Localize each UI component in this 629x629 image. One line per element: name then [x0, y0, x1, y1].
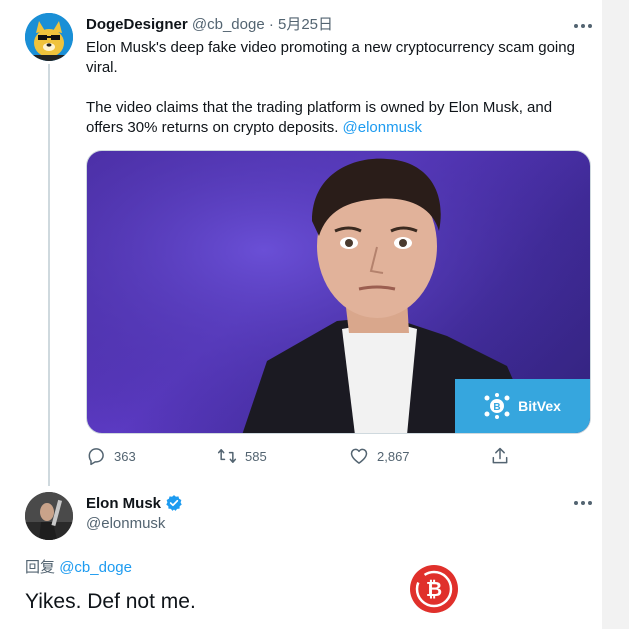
retweet-icon	[217, 449, 237, 463]
retweet-button[interactable]: 585	[217, 446, 267, 466]
reply-prefix: 回复	[25, 559, 56, 576]
reply-icon	[88, 448, 104, 466]
replying-to: 回复 @cb_doge	[25, 556, 132, 577]
tweet-text-line2: The video claims that the trading platfo…	[86, 99, 553, 136]
svg-text:₿: ₿	[426, 579, 442, 601]
share-button[interactable]	[490, 446, 510, 466]
reply-to-mention[interactable]: @cb_doge	[59, 559, 132, 576]
tweet-body: Elon Musk's deep fake video promoting a …	[86, 38, 586, 138]
share-icon	[492, 447, 508, 464]
musk-avatar-art	[25, 492, 73, 540]
retweet-count: 585	[245, 448, 267, 464]
bitvex-banner: B BitVex	[455, 379, 590, 433]
tweet-date[interactable]: 5月25日	[278, 16, 333, 33]
avatar-dogedesigner[interactable]	[25, 13, 73, 61]
like-button[interactable]: 2,867	[349, 446, 410, 466]
bitvex-brand-text: BitVex	[518, 398, 561, 414]
tweet-video[interactable]: B BitVex	[86, 150, 591, 434]
reply-author-name[interactable]: Elon Musk	[86, 495, 161, 512]
tweet-header: DogeDesigner @cb_doge · 5月25日	[86, 16, 333, 34]
author-name[interactable]: DogeDesigner	[86, 16, 188, 33]
mention-link[interactable]: @elonmusk	[343, 119, 422, 136]
thread-connector-line	[48, 64, 50, 486]
page-gutter	[602, 0, 629, 629]
more-icon[interactable]	[572, 500, 594, 506]
tweet-text-line1: Elon Musk's deep fake video promoting a …	[86, 39, 575, 76]
reply-count: 363	[114, 448, 136, 464]
reply-author-handle[interactable]: @elonmusk	[86, 515, 165, 532]
avatar-elonmusk[interactable]	[25, 492, 73, 540]
like-count: 2,867	[377, 448, 410, 464]
tweet-actions: 363 585 2,867	[86, 446, 516, 468]
doge-avatar-art	[25, 13, 73, 61]
bitvex-logo-icon: B	[484, 393, 510, 419]
reply-button[interactable]: 363	[86, 446, 136, 466]
svg-text:B: B	[493, 402, 500, 413]
reply-author-row: Elon Musk	[86, 494, 183, 512]
bitcoin-watermark-icon: ₿	[410, 565, 458, 613]
tweet-text-line2-wrap: The video claims that the trading platfo…	[86, 98, 586, 138]
author-handle[interactable]: @cb_doge	[192, 16, 265, 33]
verified-icon	[166, 495, 182, 511]
like-icon	[350, 448, 368, 464]
more-icon[interactable]	[572, 23, 594, 29]
separator-dot: ·	[268, 16, 274, 33]
reply-text: Yikes. Def not me.	[25, 590, 196, 613]
